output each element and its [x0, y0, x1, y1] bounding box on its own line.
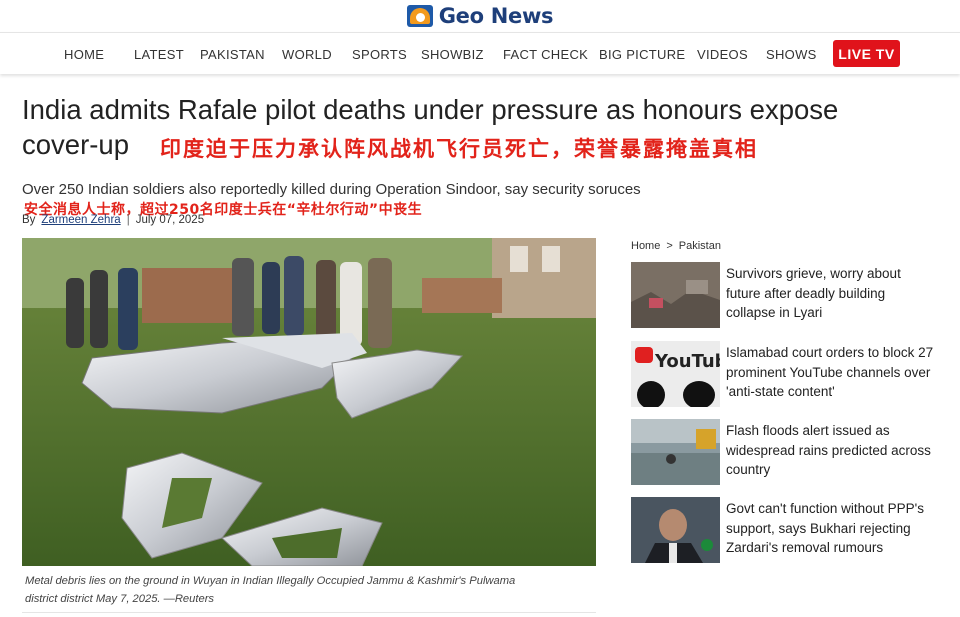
site-logo[interactable]: Geo News — [406, 4, 554, 28]
sidebar-story-3[interactable]: Flash floods alert issued as widespread … — [631, 419, 931, 485]
nav-big-picture[interactable]: BIG PICTURE — [599, 47, 685, 62]
nav-latest[interactable]: LATEST — [134, 47, 184, 62]
headline-line-1: India admits Rafale pilot deaths under p… — [22, 94, 839, 125]
author-link[interactable]: Zarmeen Zehra — [41, 214, 120, 226]
nav-shows[interactable]: SHOWS — [766, 47, 817, 62]
nav-world[interactable]: WORLD — [282, 47, 332, 62]
article-hero-image — [22, 238, 596, 566]
story-thumbnail-1[interactable] — [631, 262, 720, 328]
nav-home[interactable]: HOME — [64, 47, 104, 62]
byline-separator: | — [126, 214, 130, 226]
debris-photo — [22, 238, 596, 566]
publish-date: July 07, 2025 — [135, 214, 205, 226]
svg-text:YouTub: YouTub — [654, 351, 720, 372]
site-header: Geo News — [0, 0, 960, 32]
main-nav: HOME LATEST PAKISTAN WORLD SPORTS SHOWBI… — [0, 32, 960, 74]
article-subheading: Over 250 Indian soldiers also reportedly… — [22, 181, 641, 198]
story-thumbnail-2[interactable]: YouTub — [631, 341, 720, 407]
sidebar-story-4[interactable]: Govt can't function without PPP's suppor… — [631, 497, 931, 563]
byline: By Zarmeen Zehra | July 07, 2025 — [22, 214, 204, 226]
story-title-2[interactable]: Islamabad court orders to block 27 promi… — [726, 343, 936, 402]
nav-showbiz[interactable]: SHOWBIZ — [421, 47, 484, 62]
story-title-3[interactable]: Flash floods alert issued as widespread … — [726, 421, 936, 480]
story-title-1[interactable]: Survivors grieve, worry about future aft… — [726, 264, 936, 323]
divider — [22, 612, 596, 613]
breadcrumb-separator: > — [666, 240, 673, 252]
headline-line-2: cover-up — [22, 129, 129, 160]
chinese-title-overlay: 印度迫于压力承认阵风战机飞行员死亡，荣誉暴露掩盖真相 — [160, 137, 758, 161]
caption-line-1: Metal debris lies on the ground in Wuyan… — [25, 575, 516, 587]
nav-videos[interactable]: VIDEOS — [697, 47, 748, 62]
story-thumbnail-3[interactable] — [631, 419, 720, 485]
story-title-4[interactable]: Govt can't function without PPP's suppor… — [726, 499, 936, 558]
breadcrumb-pakistan[interactable]: Pakistan — [679, 240, 721, 252]
story-thumbnail-4[interactable] — [631, 497, 720, 563]
breadcrumb: Home > Pakistan — [631, 240, 721, 252]
sidebar-story-1[interactable]: Survivors grieve, worry about future aft… — [631, 262, 931, 328]
live-tv-button[interactable]: LIVE TV — [833, 40, 900, 67]
logo-text: Geo News — [438, 4, 554, 28]
sidebar-story-2[interactable]: YouTub Islamabad court orders to block 2… — [631, 341, 933, 407]
nav-sports[interactable]: SPORTS — [352, 47, 407, 62]
byline-by: By — [22, 214, 36, 226]
geo-logo-icon — [406, 5, 433, 27]
caption-line-2: district district May 7, 2025. —Reuters — [25, 593, 215, 605]
image-caption: Metal debris lies on the ground in Wuyan… — [25, 572, 595, 608]
nav-fact-check[interactable]: FACT CHECK — [503, 47, 588, 62]
breadcrumb-home[interactable]: Home — [631, 240, 660, 252]
nav-pakistan[interactable]: PAKISTAN — [200, 47, 265, 62]
